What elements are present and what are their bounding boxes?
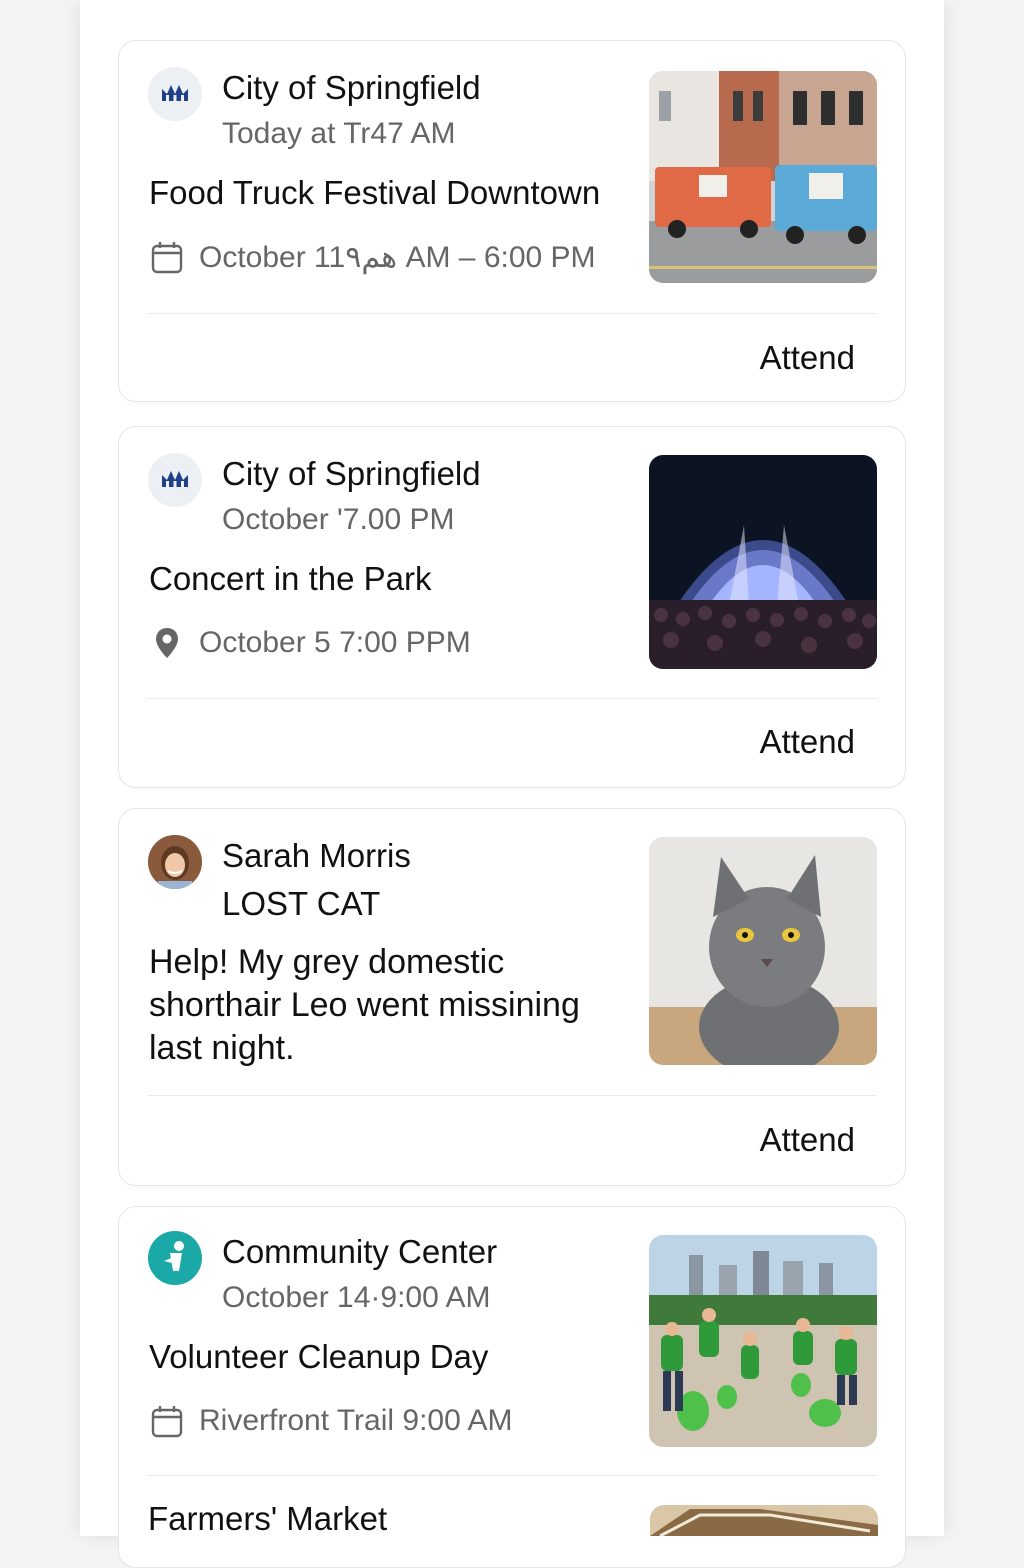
event-meta: October 5 7:00 PPM <box>149 625 471 661</box>
event-meta: Riverfront Trail 9:00 AM <box>149 1403 512 1439</box>
post-body: Help! My grey domestic shorthair Leo wen… <box>149 943 580 1067</box>
calendar-icon <box>151 242 183 274</box>
event-title-farmers-market[interactable]: Farmers' Market <box>148 1500 387 1538</box>
event-card-concert[interactable]: City of Springfield October '7.00 PM Con… <box>118 426 906 788</box>
calendar-icon <box>151 1406 183 1438</box>
event-date-text: October 5 7:00 PPM <box>199 626 471 659</box>
city-crown-icon <box>162 471 188 487</box>
post-time: Today at Tr47 AM <box>222 117 456 150</box>
poster-name[interactable]: Sarah Morris <box>222 837 411 875</box>
post-time: October '7.00 PM <box>222 503 455 536</box>
food-truck-photo <box>649 71 877 283</box>
user-avatar <box>148 835 202 889</box>
card-divider <box>147 313 877 314</box>
city-logo-avatar <box>148 67 202 121</box>
city-logo-avatar <box>148 453 202 507</box>
post-heading: LOST CAT <box>222 885 381 922</box>
card-divider <box>147 1475 877 1476</box>
farmers-market-photo <box>650 1505 878 1536</box>
city-crown-icon <box>162 85 188 101</box>
event-meta: October 11ھم٩ AM – 6:00 PM <box>149 239 596 275</box>
post-time: October 14·9:00 AM <box>222 1281 491 1314</box>
concert-photo <box>649 455 877 669</box>
event-title[interactable]: Food Truck Festival Downtown <box>149 174 600 212</box>
event-title[interactable]: Volunteer Cleanup Day <box>149 1338 488 1376</box>
attend-button[interactable]: Attend <box>760 1121 855 1159</box>
event-date-text: October 11ھم٩ AM – 6:00 PM <box>199 240 596 274</box>
poster-name[interactable]: City of Springfield <box>222 69 481 107</box>
attend-button[interactable]: Attend <box>760 723 855 761</box>
poster-name[interactable]: City of Springfield <box>222 455 481 493</box>
cleanup-photo <box>649 1235 877 1447</box>
location-pin-icon <box>156 628 178 658</box>
poster-name[interactable]: Community Center <box>222 1233 497 1271</box>
card-divider <box>147 698 877 699</box>
card-divider <box>147 1095 877 1096</box>
event-location-text: Riverfront Trail 9:00 AM <box>199 1404 513 1437</box>
attend-button[interactable]: Attend <box>760 339 855 377</box>
cat-photo <box>649 837 877 1065</box>
event-title[interactable]: Concert in the Park <box>149 560 431 598</box>
profile-photo <box>148 835 202 889</box>
event-card-food-truck[interactable]: City of Springfield Today at Tr47 AM Foo… <box>118 40 906 402</box>
person-icon <box>164 1241 184 1271</box>
post-card-lost-cat[interactable]: Sarah Morris LOST CAT Help! My grey dome… <box>118 808 906 1186</box>
community-center-logo <box>148 1231 202 1285</box>
